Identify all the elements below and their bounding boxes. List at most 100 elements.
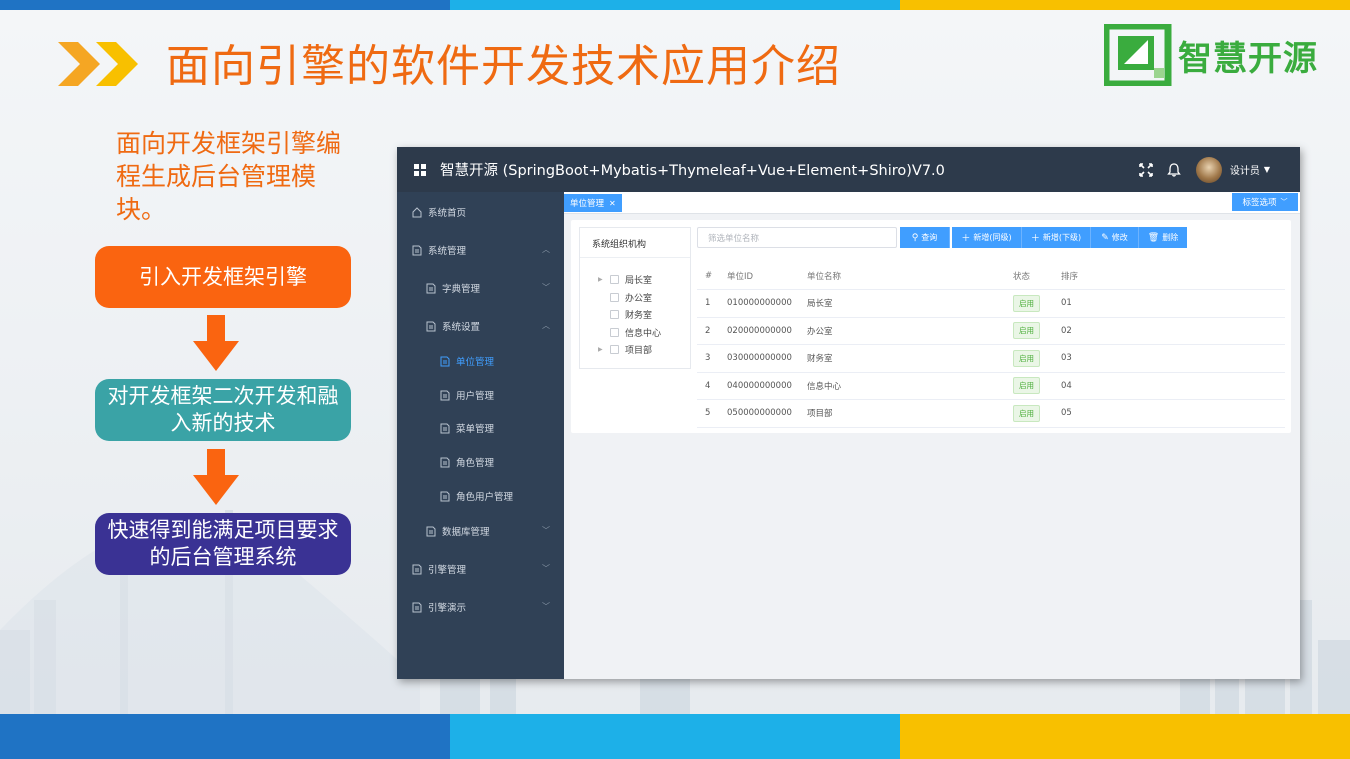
sidebar-item-label: 用户管理 bbox=[456, 391, 495, 402]
search-input[interactable]: 筛选单位名称 bbox=[697, 227, 897, 248]
add-same-level-button[interactable]: ＋新增(同级) bbox=[952, 227, 1022, 248]
sidebar-item-role-users[interactable]: 角色用户管理 bbox=[397, 486, 564, 506]
tree-node[interactable]: ▶ 局长室 bbox=[598, 273, 652, 286]
chevrons-icon bbox=[58, 42, 138, 86]
sidebar-item-roles[interactable]: 角色管理 bbox=[397, 452, 564, 472]
plus-icon: ＋ bbox=[1030, 234, 1040, 244]
query-button[interactable]: ⚲ 查询 bbox=[900, 227, 950, 248]
table-row[interactable]: 3 030000000000 财务室 启用 03 bbox=[697, 345, 1285, 373]
checkbox[interactable] bbox=[610, 328, 619, 337]
doc-icon bbox=[426, 321, 436, 331]
status-badge: 启用 bbox=[1013, 377, 1040, 395]
button-label: 修改 bbox=[1111, 233, 1128, 242]
sidebar-item-home[interactable]: 系统首页 bbox=[397, 202, 564, 222]
table-cell: 04 bbox=[1061, 380, 1072, 391]
table-cell: 020000000000 bbox=[727, 325, 792, 336]
bottom-color-stripe bbox=[0, 714, 1350, 759]
chevron-down-icon: ﹀ bbox=[542, 564, 550, 573]
table-cell: 03 bbox=[1061, 353, 1072, 364]
caret-down-icon[interactable]: ▼ bbox=[1264, 165, 1270, 174]
chevron-up-icon: ︿ bbox=[542, 245, 550, 254]
tree-node[interactable]: 财务室 bbox=[610, 308, 652, 321]
status-badge: 启用 bbox=[1013, 294, 1040, 312]
checkbox[interactable] bbox=[610, 310, 619, 319]
intro-text: 面向开发框架引擎编程生成后台管理模块。 bbox=[116, 129, 342, 224]
sidebar-item-system[interactable]: 系统管理 ︿ bbox=[397, 240, 564, 260]
tree-node[interactable]: ▶ 项目部 bbox=[598, 343, 652, 356]
step-2-box: 对开发框架二次开发和融入新的技术 bbox=[95, 379, 351, 441]
tab-options-button[interactable]: 标签选项 ﹀ bbox=[1232, 193, 1298, 211]
table-cell: 2 bbox=[705, 325, 711, 336]
table-row[interactable]: 2 020000000000 办公室 启用 02 bbox=[697, 318, 1285, 345]
content-card: 系统组织机构 ▶ 局长室 办公室 财务室 信息中心 ▶ 项目部 筛选单位名称 ⚲… bbox=[571, 220, 1291, 433]
bell-icon[interactable] bbox=[1166, 162, 1182, 178]
chevron-down-icon: ﹀ bbox=[1280, 198, 1288, 206]
avatar[interactable] bbox=[1195, 156, 1222, 183]
status-cell: 启用 bbox=[1013, 290, 1040, 317]
chevron-down-icon: ﹀ bbox=[542, 602, 550, 611]
chevron-up-icon: ︿ bbox=[542, 321, 550, 330]
sidebar-item-users[interactable]: 用户管理 bbox=[397, 385, 564, 405]
doc-icon bbox=[412, 245, 422, 255]
edit-icon: ✎ bbox=[1101, 232, 1109, 243]
trash-icon: 🗑 bbox=[1147, 232, 1160, 243]
plus-icon: ＋ bbox=[961, 234, 971, 244]
apps-grid-icon[interactable] bbox=[414, 163, 426, 176]
sidebar: 系统首页 系统管理 ︿ 字典管理 ﹀ 系统设置 ︿ 单位管理 用户管理 菜单管理 bbox=[397, 192, 564, 679]
table-row[interactable]: 5 050000000000 项目部 启用 05 bbox=[697, 400, 1285, 428]
delete-button[interactable]: 🗑 删除 bbox=[1139, 227, 1187, 248]
tree-node[interactable]: 信息中心 bbox=[610, 326, 661, 339]
sidebar-item-menus[interactable]: 菜单管理 bbox=[397, 418, 564, 438]
sidebar-item-label: 字典管理 bbox=[442, 284, 481, 295]
table-row[interactable]: 1 010000000000 局长室 启用 01 bbox=[697, 290, 1285, 318]
status-badge: 启用 bbox=[1013, 349, 1040, 367]
checkbox[interactable] bbox=[610, 275, 619, 284]
button-label: 查询 bbox=[921, 233, 938, 242]
table-cell: 局长室 bbox=[807, 299, 833, 310]
button-label: 新增(下级) bbox=[1042, 233, 1082, 242]
logo-text: 智慧开源 bbox=[1178, 38, 1318, 79]
doc-icon bbox=[426, 526, 436, 536]
top-color-stripe bbox=[0, 0, 1350, 10]
sidebar-item-label: 角色用户管理 bbox=[456, 492, 514, 503]
app-header: 智慧开源 (SpringBoot+Mybatis+Thymeleaf+Vue+E… bbox=[397, 147, 1300, 192]
sidebar-item-engine[interactable]: 引擎管理 ﹀ bbox=[397, 559, 564, 579]
close-icon[interactable]: ✕ bbox=[609, 199, 616, 208]
table-cell: 05 bbox=[1061, 408, 1072, 419]
table-header-row: # 单位ID 单位名称 状态 排序 bbox=[697, 262, 1285, 290]
edit-button[interactable]: ✎ 修改 bbox=[1091, 227, 1139, 248]
table-header-cell: 单位ID bbox=[727, 271, 754, 282]
expand-triangle-icon[interactable]: ▶ bbox=[598, 346, 610, 353]
table-cell: 项目部 bbox=[807, 409, 833, 420]
sidebar-item-label: 引擎演示 bbox=[428, 603, 467, 614]
expand-triangle-icon[interactable]: ▶ bbox=[598, 276, 610, 283]
unit-table: # 单位ID 单位名称 状态 排序 1 010000000000 局长室 启用 … bbox=[697, 262, 1285, 428]
sidebar-item-engine-demo[interactable]: 引擎演示 ﹀ bbox=[397, 597, 564, 617]
logo-mark-icon bbox=[1104, 24, 1172, 86]
doc-icon bbox=[440, 390, 450, 400]
tree-node-label: 项目部 bbox=[625, 346, 653, 356]
button-label: 新增(同级) bbox=[973, 233, 1012, 242]
user-name[interactable]: 设计员 bbox=[1230, 162, 1260, 177]
add-child-button[interactable]: ＋新增(下级) bbox=[1022, 227, 1091, 248]
app-title: 智慧开源 (SpringBoot+Mybatis+Thymeleaf+Vue+E… bbox=[440, 163, 945, 179]
tab-options-label: 标签选项 bbox=[1242, 198, 1277, 208]
table-cell: 010000000000 bbox=[727, 298, 792, 309]
step-1-box: 引入开发框架引擎 bbox=[95, 246, 351, 308]
down-arrow-icon bbox=[193, 449, 239, 505]
checkbox[interactable] bbox=[610, 293, 619, 302]
checkbox[interactable] bbox=[610, 345, 619, 354]
tab-unit-management[interactable]: 单位管理 ✕ bbox=[564, 194, 622, 212]
sidebar-item-settings[interactable]: 系统设置 ︿ bbox=[397, 316, 564, 336]
table-row[interactable]: 4 040000000000 信息中心 启用 04 bbox=[697, 373, 1285, 400]
table-cell: 040000000000 bbox=[727, 380, 792, 391]
sidebar-item-unit[interactable]: 单位管理 bbox=[397, 351, 564, 371]
status-cell: 启用 bbox=[1013, 345, 1040, 372]
sidebar-item-dict[interactable]: 字典管理 ﹀ bbox=[397, 278, 564, 298]
table-header-cell: # bbox=[705, 270, 713, 281]
fullscreen-icon[interactable] bbox=[1138, 162, 1154, 178]
doc-icon bbox=[440, 356, 450, 366]
doc-icon bbox=[426, 283, 436, 293]
sidebar-item-database[interactable]: 数据库管理 ﹀ bbox=[397, 521, 564, 541]
tree-node[interactable]: 办公室 bbox=[610, 291, 652, 304]
